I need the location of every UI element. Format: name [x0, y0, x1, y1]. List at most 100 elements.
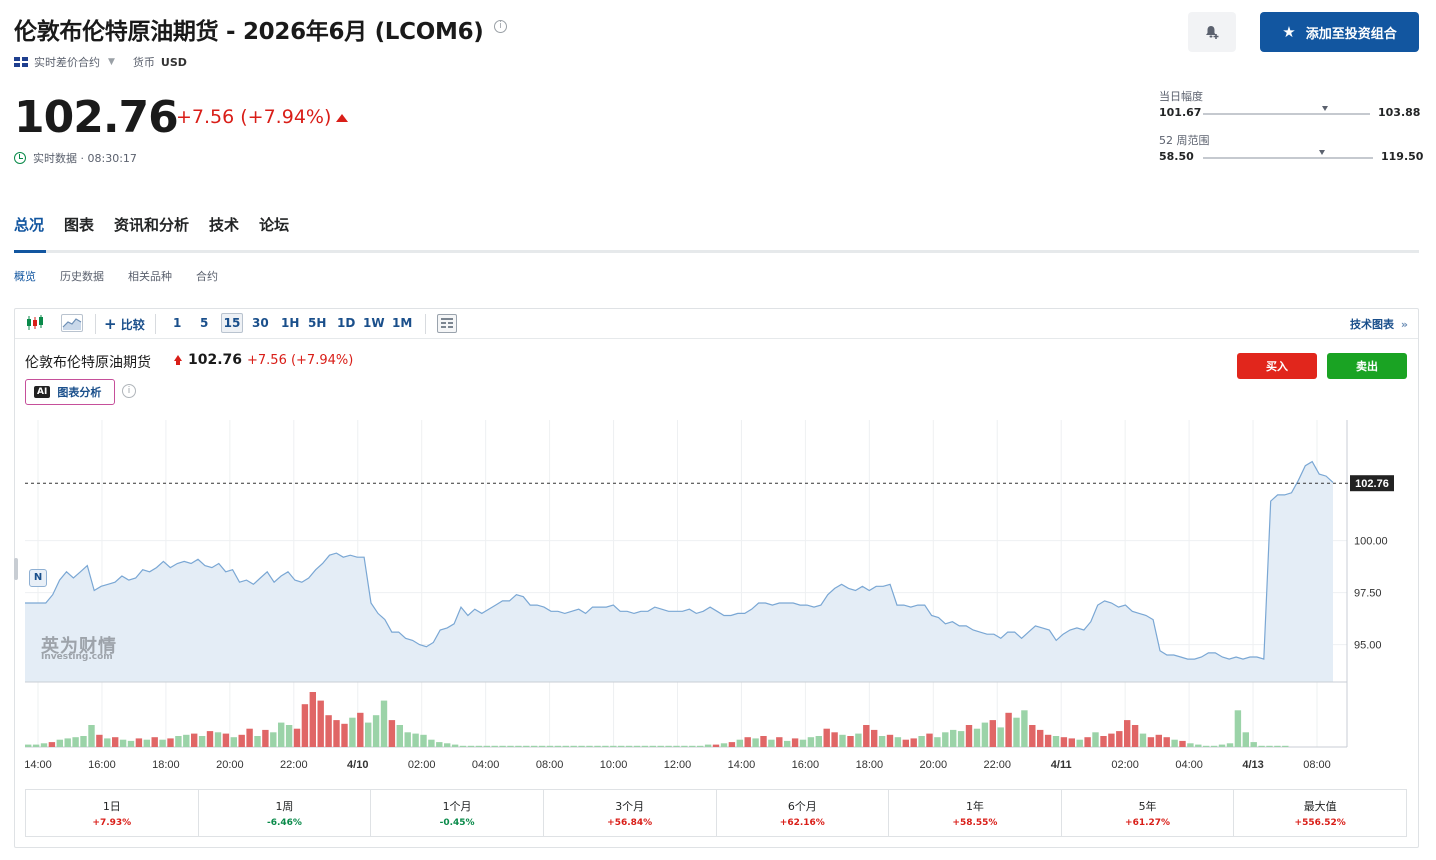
volume-bar — [1187, 743, 1194, 747]
volume-bar — [428, 739, 435, 747]
volume-bar — [957, 731, 965, 747]
volume-bar — [531, 745, 538, 747]
performance-cell[interactable]: 最大值 +556.52% — [1234, 790, 1406, 836]
x-tick-label: 04:00 — [472, 759, 500, 771]
news-marker[interactable]: N — [29, 569, 47, 587]
volume-bar — [270, 732, 277, 747]
volume-bar — [444, 743, 451, 747]
volume-bar — [80, 736, 87, 747]
performance-period: 1年 — [965, 800, 984, 813]
volume-bar — [523, 745, 530, 747]
volume-bar — [365, 722, 372, 747]
volume-bar — [1021, 710, 1028, 747]
volume-bar — [1266, 745, 1273, 747]
performance-value: -6.46% — [266, 818, 302, 828]
volume-bar — [1250, 742, 1257, 747]
volume-bar — [467, 745, 475, 747]
volume-bar — [333, 720, 340, 747]
performance-cell[interactable]: 1周 -6.46% — [199, 790, 372, 836]
volume-bar — [720, 743, 728, 747]
volume-bar — [167, 738, 174, 747]
volume-bar — [823, 728, 830, 747]
performance-period: 6个月 — [787, 800, 817, 813]
volume-bar — [341, 723, 348, 747]
volume-bar — [1108, 733, 1115, 747]
volume-bar — [254, 736, 261, 747]
volume-bar — [1092, 732, 1099, 747]
performance-cell[interactable]: 6个月 +62.16% — [717, 790, 890, 836]
volume-bar — [206, 731, 214, 747]
performance-value: +556.52% — [1294, 818, 1346, 828]
volume-bar — [1234, 710, 1242, 747]
volume-bar — [570, 745, 577, 747]
volume-bar — [641, 745, 649, 747]
volume-bar — [784, 740, 791, 747]
volume-bar — [451, 744, 459, 747]
performance-cell[interactable]: 1年 +58.55% — [889, 790, 1062, 836]
volume-bar — [1210, 745, 1218, 747]
volume-bar — [191, 733, 198, 747]
watermark-logo-en: Investing.com — [41, 652, 113, 662]
volume-bar — [697, 745, 704, 747]
volume-bar — [594, 745, 601, 747]
volume-bar — [871, 729, 878, 747]
performance-cell[interactable]: 3个月 +56.84% — [544, 790, 717, 836]
x-tick-label: 22:00 — [983, 759, 1011, 771]
volume-bar — [562, 745, 569, 747]
volume-bar — [1116, 731, 1123, 747]
volume-bar — [997, 727, 1004, 747]
volume-bar — [1242, 732, 1249, 747]
panel-handle[interactable] — [14, 558, 18, 580]
volume-bar — [72, 737, 79, 747]
performance-period: 最大值 — [1303, 800, 1337, 813]
x-tick-label: 20:00 — [216, 759, 244, 771]
volume-bar — [910, 738, 917, 747]
volume-bar — [135, 738, 143, 747]
volume-bar — [56, 739, 63, 747]
volume-bar — [776, 737, 783, 747]
volume-bar — [499, 745, 506, 747]
price-chart[interactable]: 102.76 100.00 97.50 95.00 14:00 16:00 18:00 20:… — [0, 0, 1436, 860]
volume-bar — [412, 733, 419, 747]
volume-bar — [349, 717, 356, 747]
x-tick-label: 18:00 — [152, 759, 180, 771]
price-area — [25, 461, 1333, 682]
volume-bar — [198, 736, 206, 747]
performance-value: +56.84% — [607, 818, 653, 828]
volume-bar — [689, 745, 696, 747]
volume-bar — [48, 742, 56, 747]
volume-bar — [736, 739, 743, 747]
volume-bar — [973, 728, 981, 747]
volume-bar — [372, 715, 380, 747]
volume-bar — [143, 739, 150, 747]
volume-bar — [325, 715, 332, 747]
performance-cell[interactable]: 1日 +7.93% — [26, 790, 199, 836]
x-tick-label: 4/11 — [1051, 759, 1072, 771]
volume-bar — [989, 720, 996, 747]
x-tick-label: 02:00 — [1111, 759, 1139, 771]
x-tick-label: 16:00 — [792, 759, 820, 771]
volume-bar — [681, 745, 688, 747]
volume-bar — [301, 704, 309, 747]
volume-bar — [1203, 745, 1210, 747]
performance-cell[interactable]: 5年 +61.27% — [1062, 790, 1235, 836]
volume-bar — [744, 737, 751, 747]
volume-bar — [1013, 717, 1020, 747]
x-tick-label: 20:00 — [920, 759, 948, 771]
x-tick-label: 14:00 — [728, 759, 756, 771]
performance-period: 1日 — [102, 800, 121, 813]
volume-bar — [1037, 729, 1044, 747]
volume-bar — [112, 737, 119, 747]
volume-bar — [752, 738, 759, 747]
volume-bar — [712, 744, 720, 747]
volume-bar — [491, 745, 498, 747]
volume-bar — [459, 745, 467, 747]
volume-bar — [942, 732, 949, 747]
volume-bar — [1100, 736, 1107, 747]
volume-bar — [546, 745, 554, 747]
volume-bar — [96, 734, 103, 747]
volume-bar — [357, 712, 364, 747]
volume-bar — [1147, 737, 1155, 747]
performance-cell[interactable]: 1个月 -0.45% — [371, 790, 544, 836]
volume-bar — [1226, 743, 1234, 747]
